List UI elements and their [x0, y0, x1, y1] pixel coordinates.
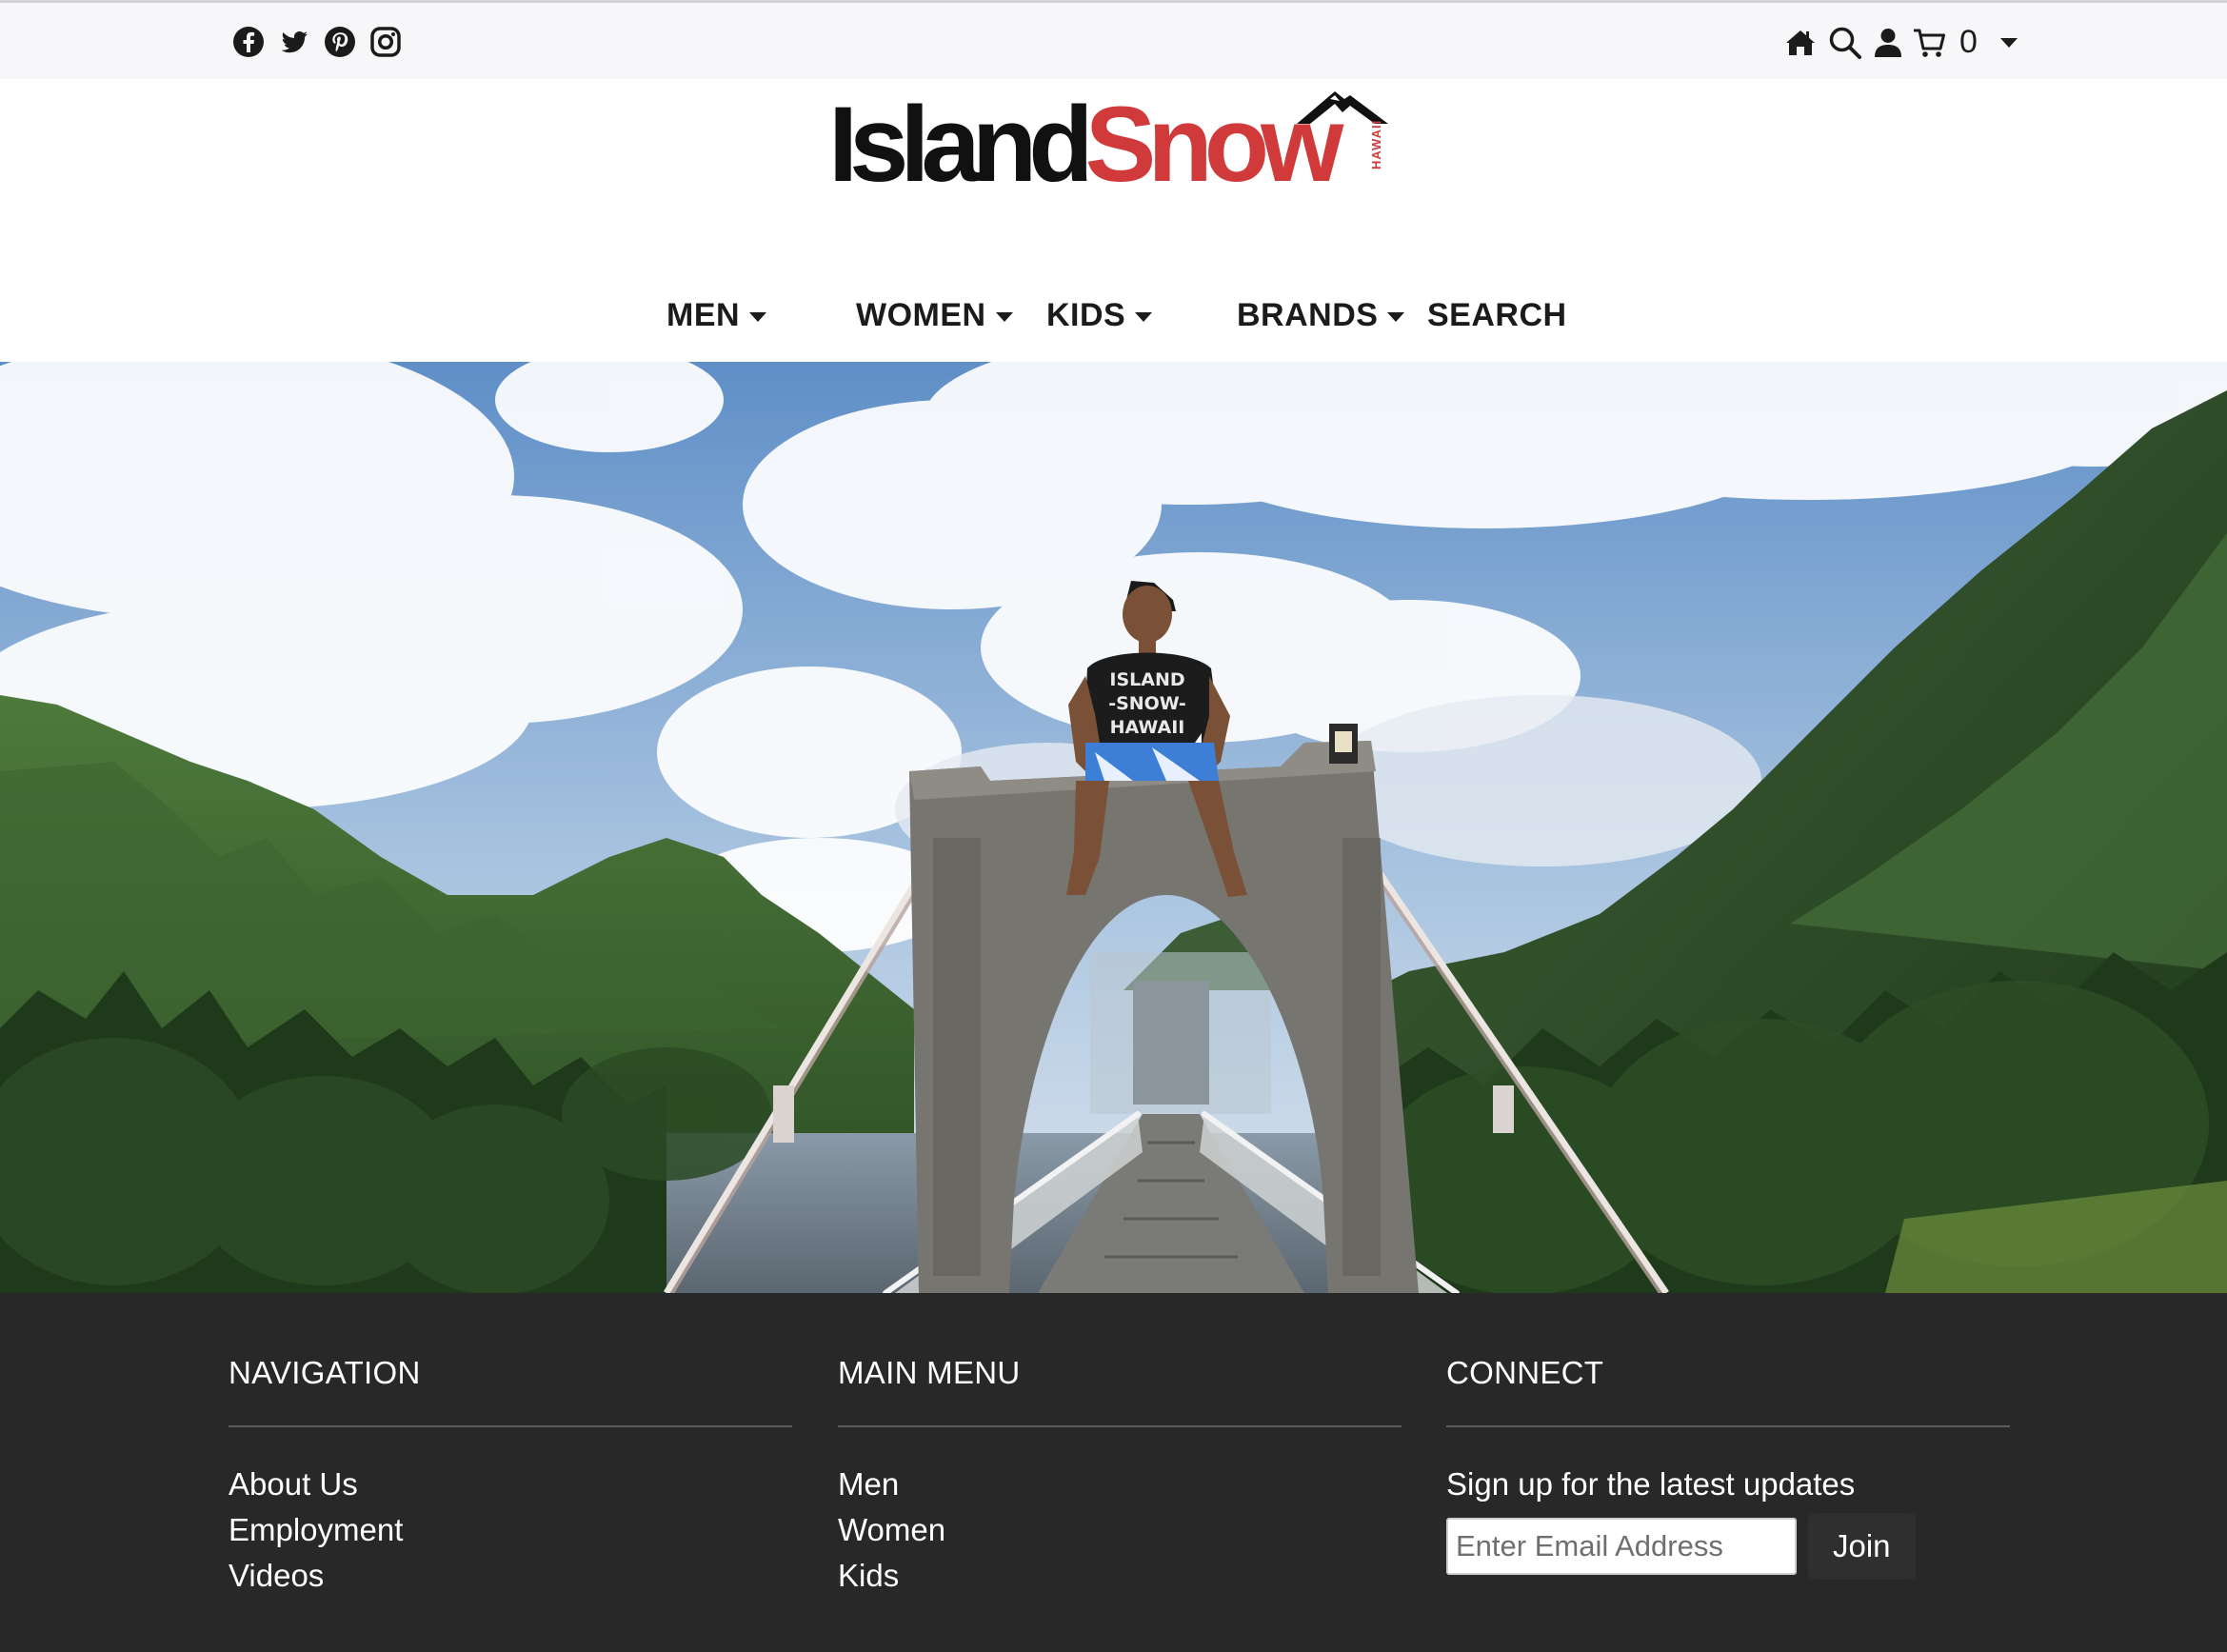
footer: NAVIGATION About Us Employment Videos MA… [0, 1293, 2227, 1652]
footer-link-women[interactable]: Women [838, 1507, 1402, 1553]
user-icon[interactable] [1874, 27, 1902, 59]
nav-men[interactable]: MEN [666, 297, 767, 334]
cart-count[interactable]: 0 [1959, 24, 1978, 61]
search-icon[interactable] [1828, 26, 1862, 60]
footer-main-menu-links: Men Women Kids [838, 1462, 1402, 1599]
email-field[interactable] [1446, 1518, 1797, 1575]
site-logo[interactable]: IslandSnow HAWAII [828, 82, 1409, 206]
twitter-icon[interactable] [278, 26, 310, 58]
divider [1446, 1425, 2010, 1427]
main-nav: MEN WOMEN KIDS BRANDS SEARCH [0, 297, 2227, 343]
nav-brands-label: BRANDS [1237, 297, 1379, 333]
hero-photo: ISLAND -SNOW- HAWAII [0, 362, 2227, 1293]
newsletter-signup-form: Join [1446, 1513, 2010, 1580]
caret-down-icon [749, 311, 767, 322]
nav-search-label: SEARCH [1427, 297, 1567, 333]
nav-men-label: MEN [666, 297, 741, 333]
social-links [232, 26, 402, 58]
utility-nav: 0 [1784, 24, 2018, 61]
footer-link-videos[interactable]: Videos [229, 1553, 792, 1599]
pinterest-icon[interactable] [324, 26, 356, 58]
nav-search[interactable]: SEARCH [1427, 297, 1567, 334]
nav-women-label: WOMEN [856, 297, 986, 333]
instagram-icon[interactable] [369, 26, 402, 58]
logo-wordmark: IslandSnow [828, 91, 1343, 198]
join-button[interactable]: Join [1808, 1513, 1916, 1580]
cart-dropdown-icon[interactable] [1999, 37, 2018, 48]
footer-navigation-column: NAVIGATION About Us Employment Videos [229, 1352, 792, 1599]
footer-link-employment[interactable]: Employment [229, 1507, 792, 1553]
newsletter-signup-text: Sign up for the latest updates [1446, 1466, 1856, 1502]
shirt-text-line3: HAWAII [1110, 717, 1185, 738]
footer-link-kids[interactable]: Kids [838, 1553, 1402, 1599]
footer-connect-heading: CONNECT [1446, 1355, 1604, 1390]
nav-women[interactable]: WOMEN [856, 297, 1013, 334]
logo-word-island: Island [828, 85, 1094, 204]
logo-tagline: HAWAII [1369, 119, 1383, 169]
cart-icon[interactable] [1914, 27, 1946, 59]
footer-connect-column: CONNECT Sign up for the latest updates J… [1446, 1352, 2010, 1580]
caret-down-icon [1135, 311, 1153, 322]
home-icon[interactable] [1784, 27, 1817, 59]
footer-main-menu-heading: MAIN MENU [838, 1355, 1021, 1390]
shirt-text-line2: -SNOW- [1108, 693, 1186, 714]
divider [838, 1425, 1402, 1427]
footer-link-men[interactable]: Men [838, 1462, 1402, 1507]
facebook-icon[interactable] [232, 26, 265, 58]
divider [229, 1425, 792, 1427]
footer-navigation-heading: NAVIGATION [229, 1355, 421, 1390]
caret-down-icon [995, 311, 1013, 322]
nav-kids-label: KIDS [1046, 297, 1126, 333]
footer-link-about-us[interactable]: About Us [229, 1462, 792, 1507]
nav-brands[interactable]: BRANDS [1237, 297, 1405, 334]
top-utility-bar: 0 [0, 0, 2227, 79]
hero-image: ISLAND -SNOW- HAWAII [0, 362, 2227, 1293]
footer-main-menu-column: MAIN MENU Men Women Kids [838, 1352, 1402, 1599]
shirt-text-line1: ISLAND [1109, 669, 1184, 690]
caret-down-icon [1387, 311, 1405, 322]
footer-navigation-links: About Us Employment Videos [229, 1462, 792, 1599]
nav-kids[interactable]: KIDS [1046, 297, 1153, 334]
